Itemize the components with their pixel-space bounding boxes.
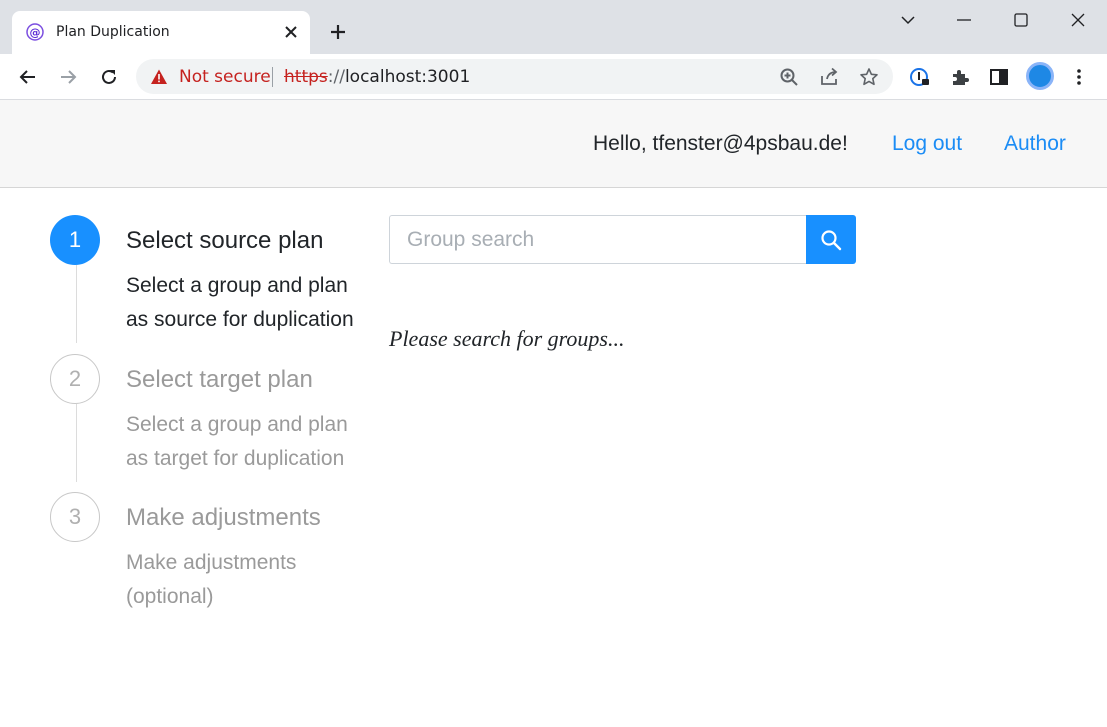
logout-link[interactable]: Log out	[892, 132, 962, 156]
profile-avatar[interactable]	[1026, 62, 1054, 90]
step-title: Make adjustments	[126, 504, 321, 531]
step-title: Select source plan	[126, 227, 324, 254]
zoom-icon[interactable]	[779, 67, 799, 87]
step-description-line: (optional)	[126, 585, 214, 608]
password-extension-icon[interactable]	[909, 66, 931, 88]
kebab-menu-icon[interactable]	[1068, 66, 1090, 88]
step-description-line: as source for duplication	[126, 308, 354, 331]
search-icon	[821, 230, 842, 251]
search-hint-text: Please search for groups...	[389, 326, 625, 351]
author-link[interactable]: Author	[1004, 132, 1066, 156]
browser-toolbar: Not secure https://localhost:3001	[0, 54, 1107, 100]
close-tab-icon[interactable]	[282, 23, 300, 41]
app-header: Hello, tfenster@4psbau.de! Log out Autho…	[0, 100, 1107, 188]
reload-icon[interactable]	[98, 66, 120, 88]
step-connector	[76, 265, 77, 343]
step-number-badge: 1	[50, 215, 100, 265]
omnibox-divider	[272, 67, 273, 87]
warning-icon[interactable]	[150, 68, 168, 86]
tab-search-chevron-icon[interactable]	[898, 10, 918, 30]
step-description-line: Make adjustments	[126, 551, 297, 574]
tab-title: Plan Duplication	[56, 24, 170, 40]
side-panel-icon[interactable]	[988, 66, 1010, 88]
step-description: Make adjustments (optional)	[126, 546, 296, 614]
maximize-icon[interactable]	[1011, 10, 1031, 30]
group-search-input[interactable]	[389, 215, 807, 264]
step-number-badge: 3	[50, 492, 100, 542]
extensions-puzzle-icon[interactable]	[949, 66, 971, 88]
share-icon[interactable]	[819, 67, 839, 87]
url-host: localhost:3001	[344, 67, 471, 87]
url-protocol: https	[284, 67, 328, 87]
step-description-line: Select a group and plan	[126, 274, 348, 297]
new-tab-icon[interactable]	[328, 22, 348, 42]
step-number-badge: 2	[50, 354, 100, 404]
greeting-text: Hello, tfenster@4psbau.de!	[593, 132, 848, 155]
url-text[interactable]: https://localhost:3001	[284, 67, 470, 87]
step-description-line: Select a group and plan	[126, 413, 348, 436]
browser-tab[interactable]: @ Plan Duplication	[12, 11, 310, 54]
blazor-app-icon: @	[26, 23, 44, 41]
step-description-line: as target for duplication	[126, 447, 345, 470]
forward-arrow-icon[interactable]	[57, 66, 79, 88]
svg-text:@: @	[30, 26, 41, 39]
url-separator: ://	[327, 67, 345, 87]
back-arrow-icon[interactable]	[17, 66, 39, 88]
step-description: Select a group and plan as source for du…	[126, 269, 354, 337]
address-bar[interactable]: Not secure https://localhost:3001	[136, 59, 893, 94]
not-secure-label[interactable]: Not secure	[179, 67, 271, 87]
step-connector	[76, 404, 77, 482]
close-window-icon[interactable]	[1068, 10, 1088, 30]
step-description: Select a group and plan as target for du…	[126, 408, 348, 476]
search-button[interactable]	[806, 215, 856, 264]
minimize-icon[interactable]	[954, 10, 974, 30]
bookmark-star-icon[interactable]	[859, 67, 879, 87]
step-title: Select target plan	[126, 366, 313, 393]
browser-titlebar: @ Plan Duplication	[0, 0, 1107, 54]
